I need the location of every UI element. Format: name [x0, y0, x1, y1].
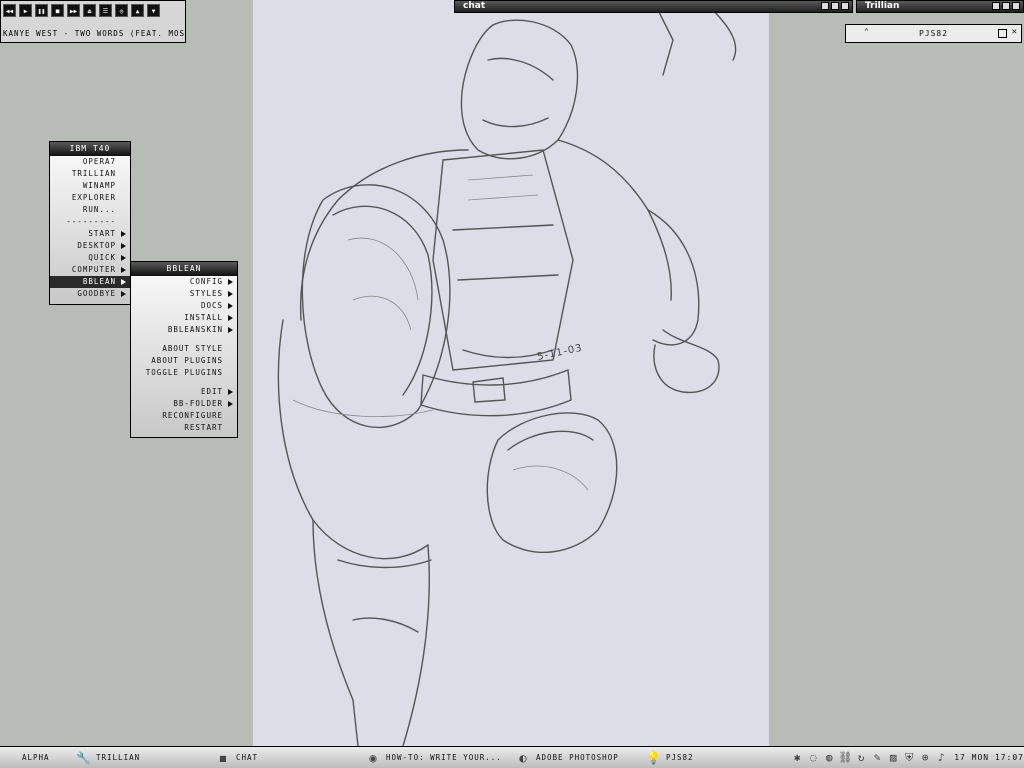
menu-item-winamp[interactable]: WINAMP: [50, 180, 130, 192]
submenu-item-about-style[interactable]: ABOUT STYLE: [131, 343, 237, 355]
close-icon[interactable]: [1012, 2, 1020, 10]
winamp-controls: ◀◀ ▶ ❚❚ ■ ▶▶ ⏏ ☰ ◎ ▲ ▼: [1, 1, 185, 17]
submenu-item-bbleanskin[interactable]: BBLEANSKIN: [131, 324, 237, 336]
desktop-wallpaper: 5-11-03: [253, 0, 769, 746]
system-tray: ✱ ◌ ◍ ⛓ ↻ ✎ ▨ ⛨ ⊕ ♪: [790, 751, 948, 765]
menu-item-start[interactable]: START: [50, 228, 130, 240]
tray-pen-icon[interactable]: ✎: [870, 751, 884, 765]
prev-icon[interactable]: ◀◀: [3, 4, 16, 17]
submenu-item-install[interactable]: INSTALL: [131, 312, 237, 324]
close-icon[interactable]: ✕: [1012, 27, 1018, 37]
tray-globe-icon[interactable]: ◍: [822, 751, 836, 765]
menu-item-desktop[interactable]: DESKTOP: [50, 240, 130, 252]
maximize-icon[interactable]: [1002, 2, 1010, 10]
restore-icon[interactable]: [998, 29, 1007, 38]
menu-item-separator: ---------: [66, 217, 116, 226]
menu-item-explorer[interactable]: EXPLORER: [50, 192, 130, 204]
taskbar-button-adobe-photoshop[interactable]: ◐ ADOBE PHOTOSHOP: [510, 749, 640, 767]
volume-down-icon[interactable]: ▼: [147, 4, 160, 17]
tray-bulb-icon[interactable]: ◌: [806, 751, 820, 765]
bblean-submenu-title: BBLEAN: [131, 262, 237, 276]
tray-network-icon[interactable]: ⊕: [918, 751, 932, 765]
menu-item-run[interactable]: RUN...: [50, 204, 130, 216]
eject-icon[interactable]: ⏏: [83, 4, 96, 17]
bblean-submenu: BBLEAN CONFIG STYLES DOCS INSTALL BBLEANSKIN…: [130, 261, 238, 438]
tray-chart-icon[interactable]: ▨: [886, 751, 900, 765]
submenu-item-restart[interactable]: RESTART: [131, 422, 237, 434]
trillian-window-title: Trillian: [865, 1, 900, 11]
chat-window-titlebar[interactable]: chat: [454, 0, 853, 13]
play-icon[interactable]: ▶: [19, 4, 32, 17]
tray-figure-icon[interactable]: ✱: [790, 751, 804, 765]
cube-icon: ◼: [219, 750, 227, 765]
submenu-item-about-plugins[interactable]: ABOUT PLUGINS: [131, 355, 237, 367]
trillian-window-titlebar[interactable]: Trillian: [856, 0, 1024, 13]
tray-refresh-icon[interactable]: ↻: [854, 751, 868, 765]
main-menu: IBM T40 OPERA7 TRILLIAN WINAMP EXPLORER RUN.…: [49, 141, 131, 305]
tray-speaker-icon[interactable]: ♪: [934, 751, 948, 765]
submenu-item-config[interactable]: CONFIG: [131, 276, 237, 288]
menu-item-trillian[interactable]: TRILLIAN: [50, 168, 130, 180]
submenu-item-reconfigure[interactable]: RECONFIGURE: [131, 410, 237, 422]
menu-item-computer[interactable]: COMPUTER: [50, 264, 130, 276]
taskbar-button-label: TRILLIAN: [96, 753, 141, 762]
taskbar-button-label: CHAT: [236, 753, 259, 762]
submenu-item-styles[interactable]: STYLES: [131, 288, 237, 300]
tray-shield-icon[interactable]: ⛨: [902, 751, 916, 765]
minimize-icon[interactable]: [992, 2, 1000, 10]
sketch-artwork: 5-11-03: [277, 0, 737, 746]
menu-item-quick[interactable]: QUICK: [50, 252, 130, 264]
menu-separator: [131, 379, 237, 386]
pause-icon[interactable]: ❚❚: [35, 4, 48, 17]
close-icon[interactable]: [841, 2, 849, 10]
winamp-player: ◀◀ ▶ ❚❚ ■ ▶▶ ⏏ ☰ ◎ ▲ ▼ Kanye West - Two Words (Fe…: [0, 0, 186, 43]
taskbar: ALPHA 🔧 TRILLIAN ◼ CHAT ◉ HOW-TO: WRITE YOUR.…: [0, 746, 1024, 768]
pjs82-window[interactable]: ⌃ PJS82 ✕: [845, 24, 1022, 43]
main-menu-title: IBM T40: [50, 142, 130, 156]
next-icon[interactable]: ▶▶: [67, 4, 80, 17]
taskbar-button-label: HOW-TO: WRITE YOUR...: [386, 753, 502, 762]
pjs82-label: PJS82: [918, 29, 949, 38]
menu-item-goodbye[interactable]: GOODBYE: [50, 288, 130, 300]
chat-window-title: chat: [463, 1, 486, 11]
menu-item-bblean[interactable]: BBLEAN: [50, 276, 130, 288]
wrench-icon: 🔧: [76, 750, 91, 765]
taskbar-button-pjs82[interactable]: 💡 PJS82: [640, 749, 750, 767]
winamp-track-title: Kanye West - Two Words (Feat. Mos: [3, 29, 186, 38]
submenu-item-bb-folder[interactable]: BB-FOLDER: [131, 398, 237, 410]
submenu-item-toggle-plugins[interactable]: TOGGLE PLUGINS: [131, 367, 237, 379]
playlist-icon[interactable]: ☰: [99, 4, 112, 17]
maximize-icon[interactable]: [831, 2, 839, 10]
menu-item-opera7[interactable]: OPERA7: [50, 156, 130, 168]
clock[interactable]: 17 MON 17:07: [954, 753, 1024, 762]
minimize-icon[interactable]: [821, 2, 829, 10]
taskbar-button-label: ADOBE PHOTOSHOP: [536, 753, 619, 762]
taskbar-button-chat[interactable]: ◼ CHAT: [210, 749, 360, 767]
browser-icon: ◉: [369, 750, 377, 765]
workspace-label[interactable]: ALPHA: [0, 749, 70, 767]
volume-up-icon[interactable]: ▲: [131, 4, 144, 17]
taskbar-button-how-to-write-your[interactable]: ◉ HOW-TO: WRITE YOUR...: [360, 749, 510, 767]
submenu-item-docs[interactable]: DOCS: [131, 300, 237, 312]
taskbar-button-label: PJS82: [666, 753, 694, 762]
photoshop-icon: ◐: [519, 750, 527, 765]
sketch-date-note: 5-11-03: [536, 343, 583, 363]
tray-link-icon[interactable]: ⛓: [838, 751, 852, 765]
stop-icon[interactable]: ■: [51, 4, 64, 17]
menu-separator: [131, 336, 237, 343]
options-icon[interactable]: ◎: [115, 4, 128, 17]
taskbar-button-trillian[interactable]: 🔧 TRILLIAN: [70, 749, 210, 767]
bulb-icon: 💡: [646, 750, 661, 765]
submenu-item-edit[interactable]: EDIT: [131, 386, 237, 398]
